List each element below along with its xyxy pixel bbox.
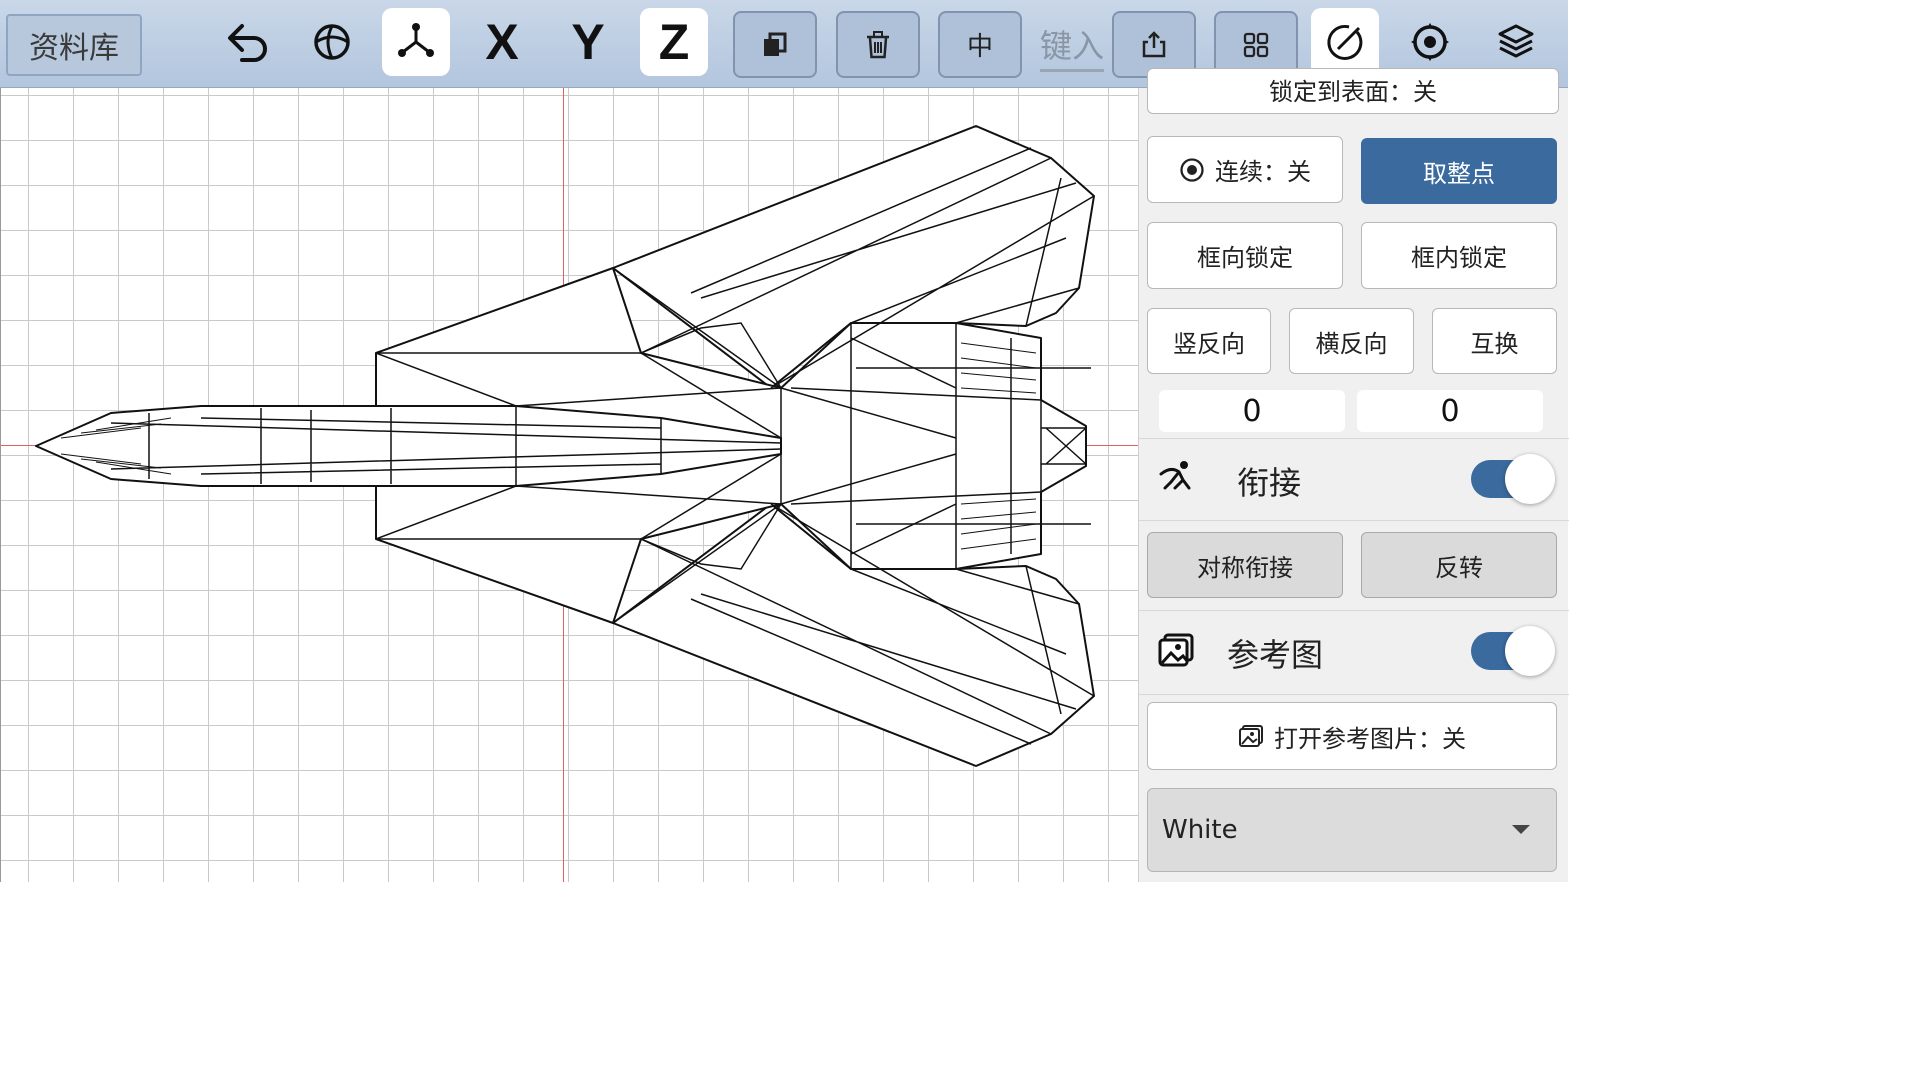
export-icon xyxy=(1142,30,1166,57)
key-input-field[interactable]: 键入 xyxy=(1040,18,1104,72)
image-icon xyxy=(1239,725,1263,747)
connect-toggle[interactable] xyxy=(1471,454,1555,504)
divider xyxy=(1139,520,1569,521)
color-select[interactable]: White xyxy=(1147,788,1557,872)
axes-icon[interactable] xyxy=(382,8,450,76)
reference-label: 参考图 xyxy=(1227,636,1324,674)
reference-image-icon xyxy=(1157,632,1195,672)
radio-target-icon xyxy=(1180,157,1204,182)
delete-button[interactable] xyxy=(836,11,920,78)
edit-circle-icon[interactable] xyxy=(1311,8,1379,76)
reverse-button[interactable]: 反转 xyxy=(1361,532,1557,598)
axis-x-button[interactable]: X xyxy=(468,8,536,76)
library-button[interactable]: 资料库 xyxy=(6,14,142,76)
jet-wireframe-model[interactable] xyxy=(1,88,1138,882)
lock-to-surface-label: 锁定到表面：关 xyxy=(1269,78,1437,106)
snap-to-grid-button[interactable]: 取整点 xyxy=(1361,138,1557,204)
grid-icon xyxy=(1243,32,1269,57)
continuous-toggle-button[interactable]: 连续：关 xyxy=(1147,136,1343,203)
lock-to-surface-button[interactable]: 锁定到表面：关 xyxy=(1147,68,1559,114)
toggle-knob xyxy=(1505,454,1555,504)
sphere-icon[interactable] xyxy=(298,8,366,76)
copy-icon xyxy=(764,32,787,56)
value-a-field[interactable]: 0 xyxy=(1159,390,1345,432)
viewport-canvas[interactable] xyxy=(0,88,1138,882)
connect-icon xyxy=(1157,458,1195,500)
divider xyxy=(1139,694,1569,695)
chevron-down-icon xyxy=(1512,825,1530,834)
axis-z-button[interactable]: Z xyxy=(640,8,708,76)
symmetric-connect-button[interactable]: 对称衔接 xyxy=(1147,532,1343,598)
vertical-reverse-button[interactable]: 竖反向 xyxy=(1147,308,1271,374)
copy-button[interactable] xyxy=(733,11,817,78)
trash-icon xyxy=(867,30,889,58)
color-select-value: White xyxy=(1162,815,1238,845)
center-button[interactable]: 中 xyxy=(938,11,1022,78)
axis-y-button[interactable]: Y xyxy=(554,8,622,76)
reference-toggle[interactable] xyxy=(1471,626,1555,676)
box-direction-lock-button[interactable]: 框向锁定 xyxy=(1147,222,1343,289)
value-b-field[interactable]: 0 xyxy=(1357,390,1543,432)
box-inner-lock-button[interactable]: 框内锁定 xyxy=(1361,222,1557,289)
target-icon[interactable] xyxy=(1396,8,1464,76)
open-reference-label: 打开参考图片：关 xyxy=(1274,724,1466,753)
horizontal-reverse-button[interactable]: 横反向 xyxy=(1289,308,1414,374)
divider xyxy=(1139,438,1569,439)
properties-panel: 锁定到表面：关 连续：关 取整点 框向锁定 框内锁定 竖反向 横反向 互换 0 … xyxy=(1138,68,1569,882)
toggle-knob xyxy=(1505,626,1555,676)
open-reference-image-button[interactable]: 打开参考图片：关 xyxy=(1147,702,1557,770)
swap-button[interactable]: 互换 xyxy=(1432,308,1557,374)
divider xyxy=(1139,610,1569,611)
undo-icon[interactable] xyxy=(214,8,282,76)
continuous-label: 连续：关 xyxy=(1215,158,1311,186)
layers-icon[interactable] xyxy=(1482,8,1550,76)
connect-label: 衔接 xyxy=(1237,464,1302,502)
